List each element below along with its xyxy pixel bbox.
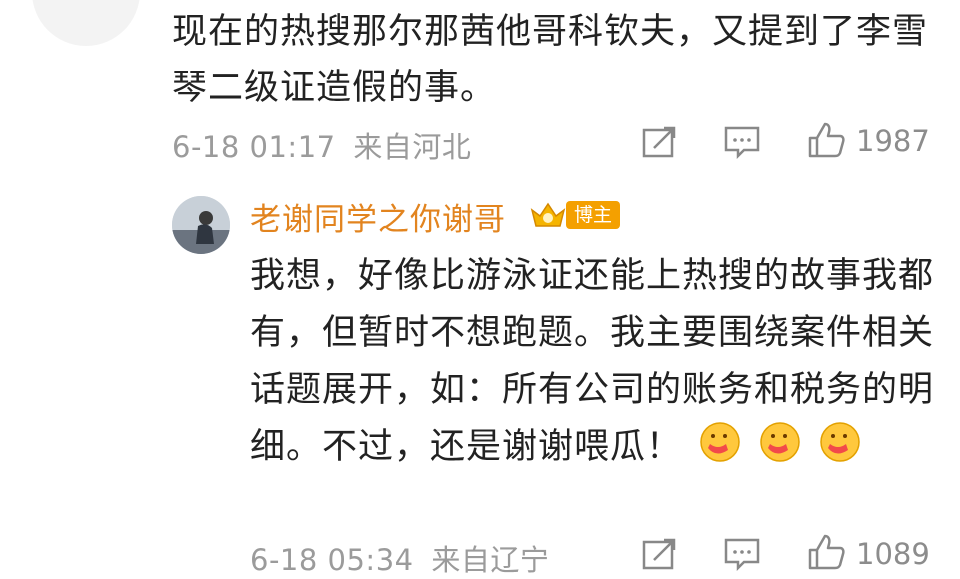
eating-melon-emoji-icon — [760, 422, 801, 462]
thumbs-up-icon[interactable] — [806, 532, 846, 572]
reply-avatar[interactable] — [172, 196, 230, 254]
comment-time: 6-18 01:17 — [172, 130, 336, 164]
reply-time: 6-18 05:34 — [250, 543, 414, 577]
share-icon[interactable] — [640, 124, 680, 160]
comment-text: 现在的热搜那尔那茜他哥科钦夫，又提到了李雪琴二级证造假的事。 — [172, 12, 929, 108]
comment-icon[interactable] — [722, 124, 762, 160]
like-count: 1987 — [856, 124, 930, 158]
crown-icon — [530, 202, 566, 227]
comment-location: 来自河北 — [353, 130, 472, 164]
reply-text: 我想，好像比游泳证还能上热搜的故事我都有，但暂时不想跑题。我主要围绕案件相关话题… — [250, 248, 940, 476]
blogger-badge: 博主 — [566, 201, 621, 229]
commenter-avatar[interactable] — [32, 0, 140, 46]
reply-meta: 6-18 05:34 来自辽宁 — [250, 537, 549, 579]
eating-melon-emoji-icon — [700, 422, 740, 462]
reply-author[interactable]: 老谢同学之你谢哥 — [250, 194, 506, 239]
share-icon[interactable] — [640, 536, 680, 572]
comment-icon[interactable] — [722, 536, 762, 572]
eating-melon-emoji-icon — [820, 422, 861, 462]
thumbs-up-icon[interactable] — [806, 120, 846, 160]
reply-location: 来自辽宁 — [431, 543, 550, 577]
reply-like-count: 1089 — [856, 537, 930, 571]
comment-meta: 6-18 01:17 来自河北 — [172, 124, 471, 166]
